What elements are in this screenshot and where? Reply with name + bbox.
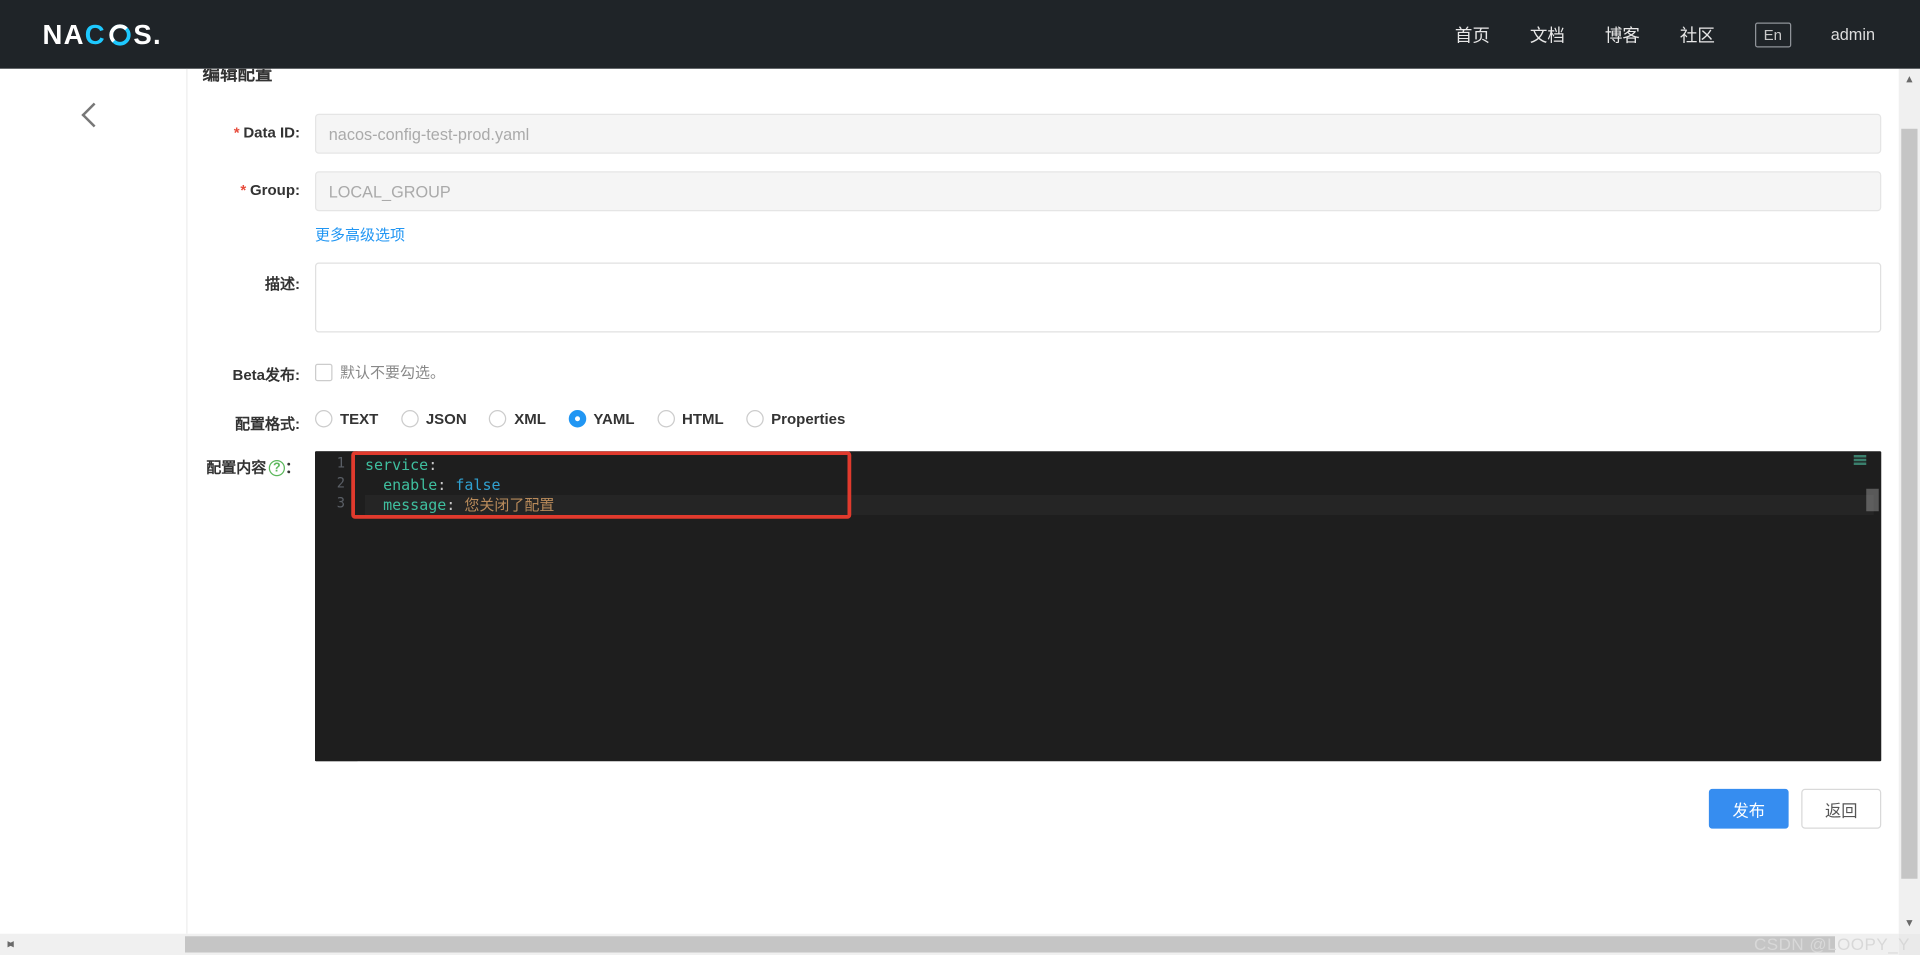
h-scroll-thumb[interactable] xyxy=(185,936,1835,952)
scroll-right-arrow-icon[interactable]: ▸ xyxy=(0,934,21,955)
row-beta: Beta发布: 默认不要勾选。 xyxy=(203,354,1887,385)
page-title: 编辑配置 xyxy=(203,69,1887,87)
editor-gutter: 123 xyxy=(315,451,358,761)
radio-circle-icon xyxy=(315,410,333,428)
gutter-line: 3 xyxy=(315,495,358,515)
radio-circle-icon xyxy=(657,410,675,428)
radio-label: Properties xyxy=(771,410,845,428)
scroll-down-arrow-icon[interactable]: ▾ xyxy=(1899,913,1920,934)
user-menu[interactable]: admin xyxy=(1831,25,1875,44)
more-options-link[interactable]: 更多高级选项 xyxy=(315,221,405,250)
nav: 首页 文档 博客 社区 En admin xyxy=(1455,22,1875,47)
radio-label: TEXT xyxy=(340,410,378,428)
radio-circle-icon xyxy=(489,410,507,428)
lang-switch[interactable]: En xyxy=(1755,22,1791,47)
back-chevron-icon[interactable] xyxy=(81,103,106,128)
label-content: 配置内容 xyxy=(206,459,266,477)
scroll-up-arrow-icon[interactable]: ▴ xyxy=(1899,69,1920,90)
watermark: CSDN @LOOPY_Y xyxy=(1754,935,1910,955)
back-button[interactable]: 返回 xyxy=(1801,789,1881,829)
topbar: NACS. 首页 文档 博客 社区 En admin xyxy=(0,0,1920,69)
nav-home[interactable]: 首页 xyxy=(1455,22,1490,47)
row-data-id: *Data ID: xyxy=(203,114,1887,154)
format-radio-xml[interactable]: XML xyxy=(489,410,546,428)
format-radio-properties[interactable]: Properties xyxy=(746,410,845,428)
v-scroll-thumb[interactable] xyxy=(1901,129,1917,879)
label-format: 配置格式: xyxy=(235,415,300,433)
code-editor[interactable]: 123 service: enable: false message: 您关闭了… xyxy=(315,451,1881,761)
format-radio-html[interactable]: HTML xyxy=(657,410,724,428)
footer-buttons: 发布 返回 xyxy=(203,761,1887,839)
radio-label: XML xyxy=(514,410,546,428)
beta-checkbox[interactable] xyxy=(315,363,333,381)
radio-label: HTML xyxy=(682,410,724,428)
format-radio-group: TEXT JSON XML YAML HTML Properties xyxy=(315,403,1881,428)
radio-circle-icon xyxy=(568,410,586,428)
editor-scrollbar-thumb[interactable] xyxy=(1866,489,1879,512)
radio-circle-icon xyxy=(746,410,764,428)
format-radio-json[interactable]: JSON xyxy=(401,410,467,428)
nav-docs[interactable]: 文档 xyxy=(1530,22,1565,47)
code-line: message: 您关闭了配置 xyxy=(365,495,1874,515)
content-area: 编辑配置 *Data ID: *Group: 更多高级选项 xyxy=(188,69,1899,934)
radio-circle-icon xyxy=(401,410,419,428)
label-data-id: Data ID: xyxy=(243,124,300,142)
label-group: Group: xyxy=(250,181,300,199)
row-group: *Group: xyxy=(203,171,1887,211)
nav-community[interactable]: 社区 xyxy=(1680,22,1715,47)
logo: NACS. xyxy=(43,18,162,51)
desc-textarea[interactable] xyxy=(315,263,1881,333)
radio-label: JSON xyxy=(426,410,467,428)
label-content-colon: ： xyxy=(285,459,300,477)
input-group[interactable] xyxy=(315,171,1881,211)
beta-hint: 默认不要勾选。 xyxy=(340,361,445,382)
logo-o-icon xyxy=(106,21,134,49)
nav-blog[interactable]: 博客 xyxy=(1605,22,1640,47)
minimap-icon xyxy=(1854,455,1867,468)
input-data-id[interactable] xyxy=(315,114,1881,154)
row-desc: 描述: xyxy=(203,263,1887,337)
code-line: service: xyxy=(365,455,1874,475)
code-line: enable: false xyxy=(365,475,1874,495)
label-beta: Beta发布: xyxy=(232,366,300,384)
gutter-line: 2 xyxy=(315,475,358,495)
row-format: 配置格式: TEXT JSON XML YAML HTML Properties xyxy=(203,403,1887,434)
radio-label: YAML xyxy=(593,410,634,428)
label-desc: 描述: xyxy=(265,275,300,293)
config-form: *Data ID: *Group: 更多高级选项 描述: xyxy=(203,114,1887,839)
format-radio-yaml[interactable]: YAML xyxy=(568,410,634,428)
outer-horizontal-scrollbar[interactable]: ◂ ▸ xyxy=(0,934,1899,955)
editor-body[interactable]: service: enable: false message: 您关闭了配置 xyxy=(358,451,1882,761)
format-radio-text[interactable]: TEXT xyxy=(315,410,378,428)
left-rail xyxy=(0,69,188,934)
row-content: 配置内容?： 123 service: enable: false messag… xyxy=(203,451,1887,761)
outer-vertical-scrollbar[interactable]: ▴ ▾ xyxy=(1899,69,1920,934)
main-area: 编辑配置 *Data ID: *Group: 更多高级选项 xyxy=(0,69,1920,955)
gutter-line: 1 xyxy=(315,455,358,475)
publish-button[interactable]: 发布 xyxy=(1709,789,1789,829)
help-icon[interactable]: ? xyxy=(269,460,285,476)
